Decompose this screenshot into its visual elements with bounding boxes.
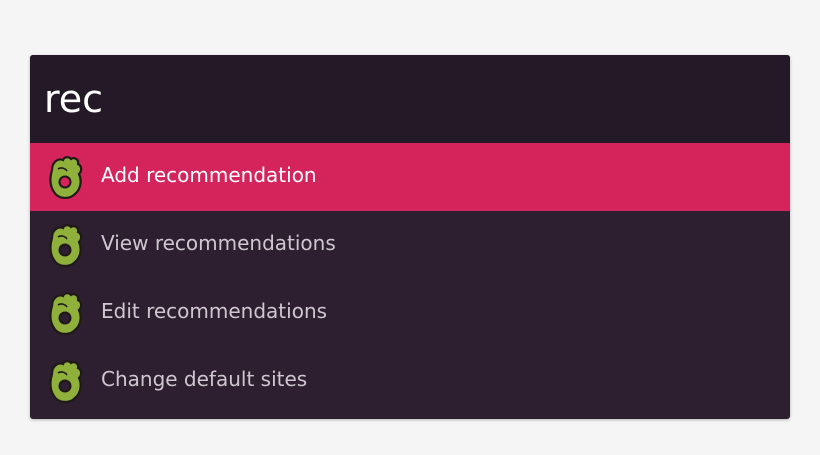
result-label: Edit recommendations [101,299,328,323]
ok-hand-icon [46,224,84,268]
result-view-recommendations[interactable]: View recommendations [30,211,790,279]
result-label: Change default sites [101,367,308,391]
result-label: View recommendations [101,231,336,255]
results-list: Add recommendation View recommendations [30,143,790,415]
result-change-default-sites[interactable]: Change default sites [30,347,790,415]
result-add-recommendation[interactable]: Add recommendation [30,143,790,211]
ok-hand-icon [46,292,84,336]
ok-hand-icon [46,156,84,200]
launcher-window: Add recommendation View recommendations [30,55,790,419]
search-input[interactable] [44,73,764,125]
query-bar [30,55,790,143]
result-edit-recommendations[interactable]: Edit recommendations [30,279,790,347]
result-label: Add recommendation [101,163,317,187]
ok-hand-icon [46,360,84,404]
